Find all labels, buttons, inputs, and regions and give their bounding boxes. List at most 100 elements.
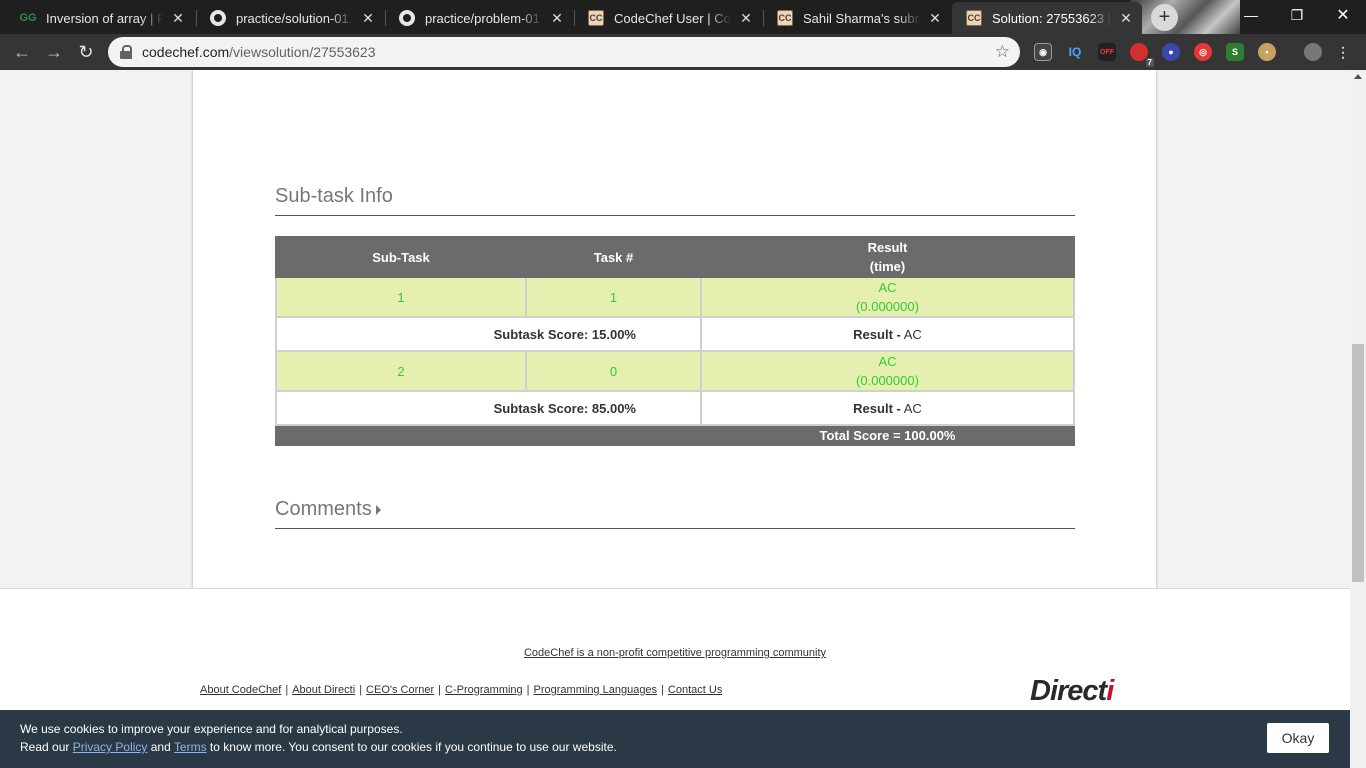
s-extension-icon[interactable]: S: [1226, 43, 1244, 61]
footer-link-about-directi[interactable]: About Directi: [292, 684, 355, 696]
privacy-policy-link[interactable]: Privacy Policy: [73, 740, 148, 754]
footer-link-programming-languages[interactable]: Programming Languages: [534, 684, 658, 696]
result-summary-value: AC: [903, 400, 922, 416]
eye-extension-icon[interactable]: ●: [1162, 43, 1180, 61]
tab-solution-active[interactable]: CC Solution: 27553623 | Co ✕: [952, 2, 1142, 34]
cell-task: 0: [525, 350, 702, 392]
link-separator: |: [359, 684, 363, 696]
subtask-table: Sub-Task Task # Result (time) 1 1 AC (0.00…: [275, 236, 1075, 446]
total-spacer: [275, 424, 702, 446]
header-time-label: (time): [869, 259, 906, 274]
link-separator: |: [285, 684, 289, 696]
footer-link-c-programming[interactable]: C-Programming: [445, 684, 523, 696]
section-divider: [275, 528, 1075, 529]
footer-tagline: CodeChef is a non-profit competitive pro…: [0, 647, 1350, 659]
table-row: 1 1 AC (0.000000): [275, 276, 1075, 318]
header-result: Result (time): [700, 236, 1075, 278]
result-time: (0.000000): [856, 299, 919, 314]
footer-link-about-codechef[interactable]: About CodeChef: [200, 684, 281, 696]
close-icon[interactable]: ✕: [927, 10, 943, 27]
iq-extension-icon[interactable]: IQ: [1066, 43, 1084, 61]
result-summary: Result - AC: [700, 316, 1075, 352]
tab-strip: GG Inversion of array | Prac ✕ practice/…: [0, 0, 1366, 34]
close-icon[interactable]: ✕: [170, 10, 186, 27]
tab-title: Inversion of array | Prac: [46, 10, 164, 26]
profile-avatar-icon[interactable]: [1304, 43, 1322, 61]
tab-solution-01[interactable]: practice/solution-01.cpp ✕: [196, 2, 384, 34]
extension-icon[interactable]: ◉: [1034, 43, 1052, 61]
subtask-score-row: Subtask Score: 85.00% Result - AC: [275, 390, 1075, 426]
bookmark-star-icon[interactable]: ☆: [995, 42, 1010, 62]
terms-link[interactable]: Terms: [174, 740, 207, 754]
footer-link-contact-us[interactable]: Contact Us: [668, 684, 722, 696]
directi-logo[interactable]: Directi: [1030, 675, 1114, 708]
close-icon[interactable]: ✕: [738, 10, 754, 27]
result-status: AC: [878, 354, 897, 369]
off-extension-icon[interactable]: OFF: [1098, 43, 1116, 61]
table-header-row: Sub-Task Task # Result (time): [275, 236, 1075, 278]
section-divider: [275, 215, 1075, 216]
gfg-icon: GG: [19, 12, 37, 24]
result-time: (0.000000): [856, 373, 919, 388]
cookie-message-line2: Read our Privacy Policy and Terms to kno…: [20, 740, 617, 754]
logo-text: Direct: [1030, 675, 1107, 707]
url-text[interactable]: codechef.com/viewsolution/27553623: [142, 44, 376, 60]
cookie-message-line1: We use cookies to improve your experienc…: [20, 722, 403, 736]
tab-sahil-submission[interactable]: CC Sahil Sharma's submiss ✕: [763, 2, 951, 34]
browser-toolbar: ← → ↻ codechef.com/viewsolution/27553623…: [0, 34, 1366, 70]
comments-toggle[interactable]: Comments: [275, 498, 381, 521]
tagline-link[interactable]: CodeChef is a non-profit competitive pro…: [524, 647, 826, 659]
link-separator: |: [526, 684, 530, 696]
cookie-text: and: [150, 740, 171, 754]
tab-inversion-of-array[interactable]: GG Inversion of array | Prac ✕: [6, 2, 194, 34]
link-separator: |: [438, 684, 442, 696]
codechef-icon: CC: [588, 10, 604, 26]
close-icon[interactable]: ✕: [1118, 10, 1134, 27]
comments-title: Comments: [275, 498, 372, 520]
tab-title: Sahil Sharma's submiss: [803, 10, 921, 26]
link-separator: |: [661, 684, 664, 696]
scroll-up-arrow-icon[interactable]: [1354, 74, 1362, 79]
close-icon[interactable]: ✕: [549, 10, 565, 27]
new-tab-button[interactable]: +: [1151, 4, 1178, 31]
result-summary: Result - AC: [700, 390, 1075, 426]
menu-kebab-icon[interactable]: ⋮: [1334, 43, 1352, 61]
camera-extension-icon[interactable]: ◎: [1194, 43, 1212, 61]
table-row: 2 0 AC (0.000000): [275, 350, 1075, 392]
minimize-button[interactable]: —: [1228, 0, 1274, 30]
close-icon[interactable]: ✕: [360, 10, 376, 27]
total-score: Total Score = 100.00%: [700, 424, 1075, 446]
header-result-label: Result: [867, 240, 908, 255]
badge-extension-icon[interactable]: 7: [1130, 43, 1154, 67]
result-summary-label: Result -: [853, 400, 901, 416]
cookie-extension-icon[interactable]: •: [1258, 43, 1276, 61]
footer-link-ceos-corner[interactable]: CEO's Corner: [366, 684, 434, 696]
cell-result: AC (0.000000): [700, 276, 1075, 318]
tab-title: CodeChef User | CodeC: [614, 10, 732, 26]
header-task: Task #: [525, 236, 702, 278]
result-summary-value: AC: [903, 326, 922, 342]
tab-codechef-user[interactable]: CC CodeChef User | CodeC ✕: [574, 2, 762, 34]
subtask-score: Subtask Score: 85.00%: [275, 390, 702, 426]
address-bar[interactable]: codechef.com/viewsolution/27553623 ☆: [108, 37, 1020, 67]
scrollbar-thumb[interactable]: [1352, 344, 1364, 582]
lock-icon: [120, 45, 132, 59]
cell-result: AC (0.000000): [700, 350, 1075, 392]
restore-button[interactable]: ❐: [1274, 0, 1320, 30]
close-window-button[interactable]: ✕: [1320, 0, 1366, 30]
logo-text-accent: i: [1106, 675, 1114, 707]
result-summary-label: Result -: [853, 326, 901, 342]
forward-arrow-icon[interactable]: →: [42, 40, 66, 64]
tab-title: practice/solution-01.cpp: [236, 10, 354, 26]
cell-subtask: 1: [275, 276, 527, 318]
codechef-icon: CC: [966, 10, 982, 26]
vertical-scrollbar[interactable]: [1350, 70, 1366, 768]
reload-icon[interactable]: ↻: [74, 40, 98, 64]
okay-button[interactable]: Okay: [1267, 723, 1329, 753]
codechef-icon: CC: [777, 10, 793, 26]
tab-problem-01[interactable]: practice/problem-01.md ✕: [385, 2, 573, 34]
github-icon: [210, 10, 226, 26]
cookie-banner: We use cookies to improve your experienc…: [0, 710, 1350, 768]
back-arrow-icon[interactable]: ←: [10, 40, 34, 64]
subtask-score-row: Subtask Score: 15.00% Result - AC: [275, 316, 1075, 352]
